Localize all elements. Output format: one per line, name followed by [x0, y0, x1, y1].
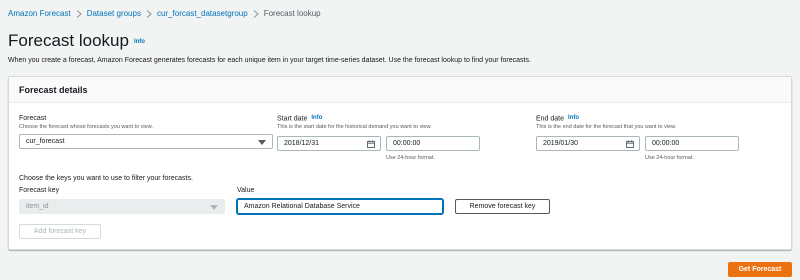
- panel-title: Forecast details: [19, 85, 88, 95]
- forecast-select[interactable]: cur_forecast: [19, 134, 273, 149]
- end-time-hint: Use 24-hour format.: [645, 155, 694, 161]
- forecast-key-value: item_id: [26, 203, 49, 210]
- caret-down-icon: [210, 205, 218, 210]
- end-date-label-text: End date: [536, 115, 565, 123]
- breadcrumb-current: Forecast lookup: [263, 9, 321, 18]
- end-time-value: 00:00:00: [652, 140, 680, 147]
- end-time-input[interactable]: 00:00:00: [645, 136, 739, 151]
- breadcrumb: Amazon Forecast Dataset groups cur_forca…: [8, 8, 321, 20]
- start-time-hint: Use 24-hour format.: [386, 155, 435, 161]
- forecast-label: Forecast: [19, 115, 47, 122]
- start-date-label-text: Start date: [277, 115, 308, 123]
- page-title: Forecast lookup Info: [8, 31, 145, 52]
- caret-down-icon: [258, 140, 266, 145]
- value-label: Value: [237, 187, 255, 194]
- chevron-right-icon: [141, 8, 157, 20]
- page-description: When you create a forecast, Amazon Forec…: [8, 57, 531, 64]
- start-time-value: 00:00:00: [393, 140, 421, 147]
- start-date-label: Start date Info: [277, 114, 322, 123]
- add-forecast-key-button[interactable]: Add forecast key: [19, 224, 101, 239]
- end-date-input[interactable]: 2019/01/30: [536, 136, 640, 151]
- forecast-key-select[interactable]: item_id: [19, 199, 225, 214]
- end-date-hint: This is the end date for the forecast th…: [536, 124, 677, 130]
- end-date-label: End date Info: [536, 114, 579, 123]
- remove-forecast-key-button[interactable]: Remove forecast key: [455, 199, 550, 214]
- forecast-hint: Choose the forecast whose forecasts you …: [19, 124, 153, 130]
- value-input[interactable]: Amazon Relational Database Service: [237, 199, 443, 214]
- start-date-info-link[interactable]: Info: [311, 115, 322, 121]
- chevron-right-icon: [71, 8, 87, 20]
- calendar-icon[interactable]: [367, 140, 375, 148]
- breadcrumb-dataset-group[interactable]: cur_forcast_datasetgroup: [157, 8, 248, 20]
- forecast-details-panel: Forecast details Forecast Choose the for…: [8, 76, 792, 250]
- value-input-text: Amazon Relational Database Service: [244, 203, 360, 210]
- start-date-value: 2018/12/31: [284, 140, 320, 147]
- forecast-select-value: cur_forecast: [26, 138, 65, 145]
- breadcrumb-amazon-forecast[interactable]: Amazon Forecast: [8, 8, 71, 20]
- page-info-link[interactable]: Info: [134, 39, 145, 45]
- start-date-input[interactable]: 2018/12/31: [277, 136, 381, 151]
- filter-intro: Choose the keys you want to use to filte…: [19, 175, 193, 182]
- breadcrumb-dataset-groups[interactable]: Dataset groups: [87, 8, 141, 20]
- end-date-value: 2019/01/30: [543, 140, 579, 147]
- end-date-info-link[interactable]: Info: [568, 115, 579, 121]
- forecast-key-label: Forecast key: [19, 187, 60, 194]
- start-time-input[interactable]: 00:00:00: [386, 136, 480, 151]
- page-title-text: Forecast lookup: [8, 31, 129, 50]
- chevron-right-icon: [248, 8, 264, 20]
- calendar-icon[interactable]: [626, 140, 634, 148]
- get-forecast-button[interactable]: Get Forecast: [728, 262, 792, 277]
- start-date-hint: This is the start date for the historica…: [277, 124, 432, 130]
- panel-header: Forecast details: [9, 77, 791, 103]
